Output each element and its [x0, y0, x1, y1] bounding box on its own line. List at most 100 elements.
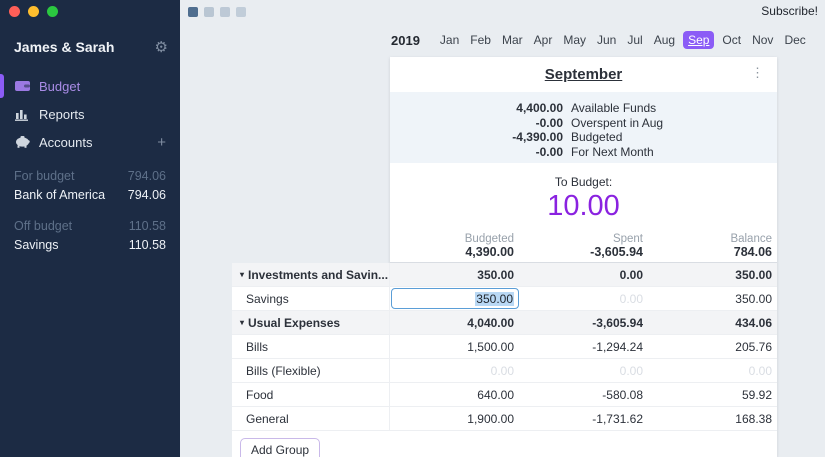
- collapse-triangle-icon[interactable]: ▾: [240, 318, 244, 327]
- budgeted-cell[interactable]: 640.00: [390, 388, 519, 402]
- spent-cell[interactable]: -580.08: [519, 388, 648, 402]
- balance-cell[interactable]: 59.92: [648, 388, 777, 402]
- spent-cell[interactable]: 0.00: [519, 364, 648, 378]
- funds-summary: 4,400.00 Available Funds -0.00 Overspent in…: [390, 92, 777, 163]
- account-label: For budget: [14, 168, 75, 183]
- spent-cell[interactable]: -3,605.94: [519, 316, 648, 330]
- summary-line: -0.00 Overspent in Aug: [390, 116, 777, 131]
- account-item[interactable]: Savings 110.58: [14, 235, 166, 254]
- balance-cell[interactable]: 350.00: [648, 292, 777, 306]
- budgeted-cell[interactable]: 0.00: [390, 364, 519, 378]
- account-balance: 794.06: [127, 187, 166, 202]
- spent-total: -3,605.94: [590, 245, 643, 259]
- category-name-cell[interactable]: Savings: [232, 287, 390, 310]
- view-size-button[interactable]: [204, 7, 214, 17]
- spent-cell[interactable]: 0.00: [519, 292, 648, 306]
- add-account-icon[interactable]: +: [157, 135, 166, 150]
- budgeted-cell[interactable]: 350.00: [390, 268, 519, 282]
- month-menu-icon[interactable]: ⋮: [751, 65, 764, 80]
- summary-line: -4,390.00 Budgeted: [390, 130, 777, 145]
- month-dec[interactable]: Dec: [781, 31, 808, 49]
- summary-label: For Next Month: [571, 144, 654, 159]
- month-jan[interactable]: Jan: [437, 31, 462, 49]
- account-label: Savings: [14, 237, 59, 252]
- category-group-row: ▾Investments and Savin...⌄350.000.00350.…: [232, 263, 777, 287]
- balance-cell[interactable]: 168.38: [648, 412, 777, 426]
- category-name-cell[interactable]: Bills (Flexible): [232, 359, 390, 382]
- sidebar-nav: Budget Reports Accounts +: [0, 72, 180, 156]
- category-name-cell[interactable]: Bills: [232, 335, 390, 358]
- account-balance: 794.06: [127, 168, 166, 183]
- month-may[interactable]: May: [560, 31, 589, 49]
- view-size-button[interactable]: [236, 7, 246, 17]
- category-table: ▾Investments and Savin...⌄350.000.00350.…: [232, 263, 777, 457]
- gear-icon[interactable]: ⚙: [155, 38, 168, 56]
- window-controls: [9, 6, 58, 17]
- piggy-bank-icon: [14, 136, 30, 148]
- close-window-button[interactable]: [9, 6, 20, 17]
- category-name: Bills (Flexible): [246, 363, 321, 378]
- zoom-window-button[interactable]: [47, 6, 58, 17]
- account-group-header: For budget 794.06: [14, 166, 166, 185]
- month-oct[interactable]: Oct: [719, 31, 744, 49]
- budgeted-total: 4,390.00: [465, 245, 514, 259]
- month-list: Jan Feb Mar Apr May Jun Jul Aug Sep Oct Nov Dec: [437, 31, 809, 49]
- month-jun[interactable]: Jun: [594, 31, 619, 49]
- view-size-button[interactable]: [220, 7, 230, 17]
- budgeted-cell[interactable]: 4,040.00: [390, 316, 519, 330]
- budget-amount-input[interactable]: 350.00: [391, 288, 519, 309]
- month-apr[interactable]: Apr: [531, 31, 556, 49]
- balance-column-label: Balance: [730, 233, 772, 245]
- month-mar[interactable]: Mar: [499, 31, 526, 49]
- month-bar: 2019 Jan Feb Mar Apr May Jun Jul Aug Sep Oct Nov De…: [391, 30, 825, 50]
- collapse-triangle-icon[interactable]: ▾: [240, 270, 244, 279]
- category-name: General: [246, 411, 289, 426]
- spent-cell[interactable]: 0.00: [519, 268, 648, 282]
- summary-line: 4,400.00 Available Funds: [390, 101, 777, 116]
- summary-amount: -0.00: [535, 115, 563, 130]
- month-feb[interactable]: Feb: [467, 31, 494, 49]
- view-size-button[interactable]: [188, 7, 198, 17]
- budgeted-cell: 350.00: [390, 287, 519, 310]
- budgeted-cell[interactable]: 1,500.00: [390, 340, 519, 354]
- balance-cell[interactable]: 205.76: [648, 340, 777, 354]
- bar-chart-icon: [14, 108, 30, 121]
- month-jul[interactable]: Jul: [624, 31, 645, 49]
- to-budget-amount[interactable]: 10.00: [390, 190, 777, 223]
- year-label: 2019: [391, 32, 420, 48]
- summary-amount: -0.00: [535, 144, 563, 159]
- category-name: Savings: [246, 291, 289, 306]
- minimize-window-button[interactable]: [28, 6, 39, 17]
- summary-label: Budgeted: [571, 130, 623, 144]
- subscribe-link[interactable]: Subscribe!: [761, 4, 818, 18]
- month-aug[interactable]: Aug: [651, 31, 678, 49]
- sidebar-item-budget[interactable]: Budget: [0, 72, 180, 100]
- month-view-size-buttons: [188, 7, 246, 17]
- account-label: Bank of America: [14, 187, 106, 202]
- budgeted-column-label: Budgeted: [464, 233, 514, 245]
- month-title[interactable]: September: [545, 66, 623, 83]
- balance-cell[interactable]: 350.00: [648, 268, 777, 282]
- month-sep[interactable]: Sep: [683, 31, 715, 49]
- month-nov[interactable]: Nov: [749, 31, 776, 49]
- category-name-cell[interactable]: ▾Investments and Savin...⌄: [232, 263, 390, 286]
- balance-cell[interactable]: 434.06: [648, 316, 777, 330]
- balance-cell[interactable]: 0.00: [648, 364, 777, 378]
- to-budget-label: To Budget:: [554, 175, 613, 189]
- account-item[interactable]: Bank of America 794.06: [14, 185, 166, 204]
- spent-cell[interactable]: -1,294.24: [519, 340, 648, 354]
- totals-header: Budgeted 4,390.00 Spent -3,605.94 Balanc…: [390, 233, 777, 263]
- category-name-cell[interactable]: Food: [232, 383, 390, 406]
- category-name-cell[interactable]: ▾ Usual Expenses: [232, 311, 390, 334]
- spent-cell[interactable]: -1,731.62: [519, 412, 648, 426]
- budget-file-title[interactable]: James & Sarah: [14, 39, 114, 55]
- balance-total: 784.06: [733, 245, 772, 259]
- category-name-cell[interactable]: General: [232, 407, 390, 430]
- sidebar-item-accounts[interactable]: Accounts +: [0, 128, 180, 156]
- category-name: Food: [246, 387, 274, 402]
- sidebar-item-reports[interactable]: Reports: [0, 100, 180, 128]
- add-group-button[interactable]: Add Group: [240, 438, 321, 457]
- budgeted-cell[interactable]: 1,900.00: [390, 412, 519, 426]
- summary-line: -0.00 For Next Month: [390, 145, 777, 160]
- account-label: Off budget: [14, 218, 73, 233]
